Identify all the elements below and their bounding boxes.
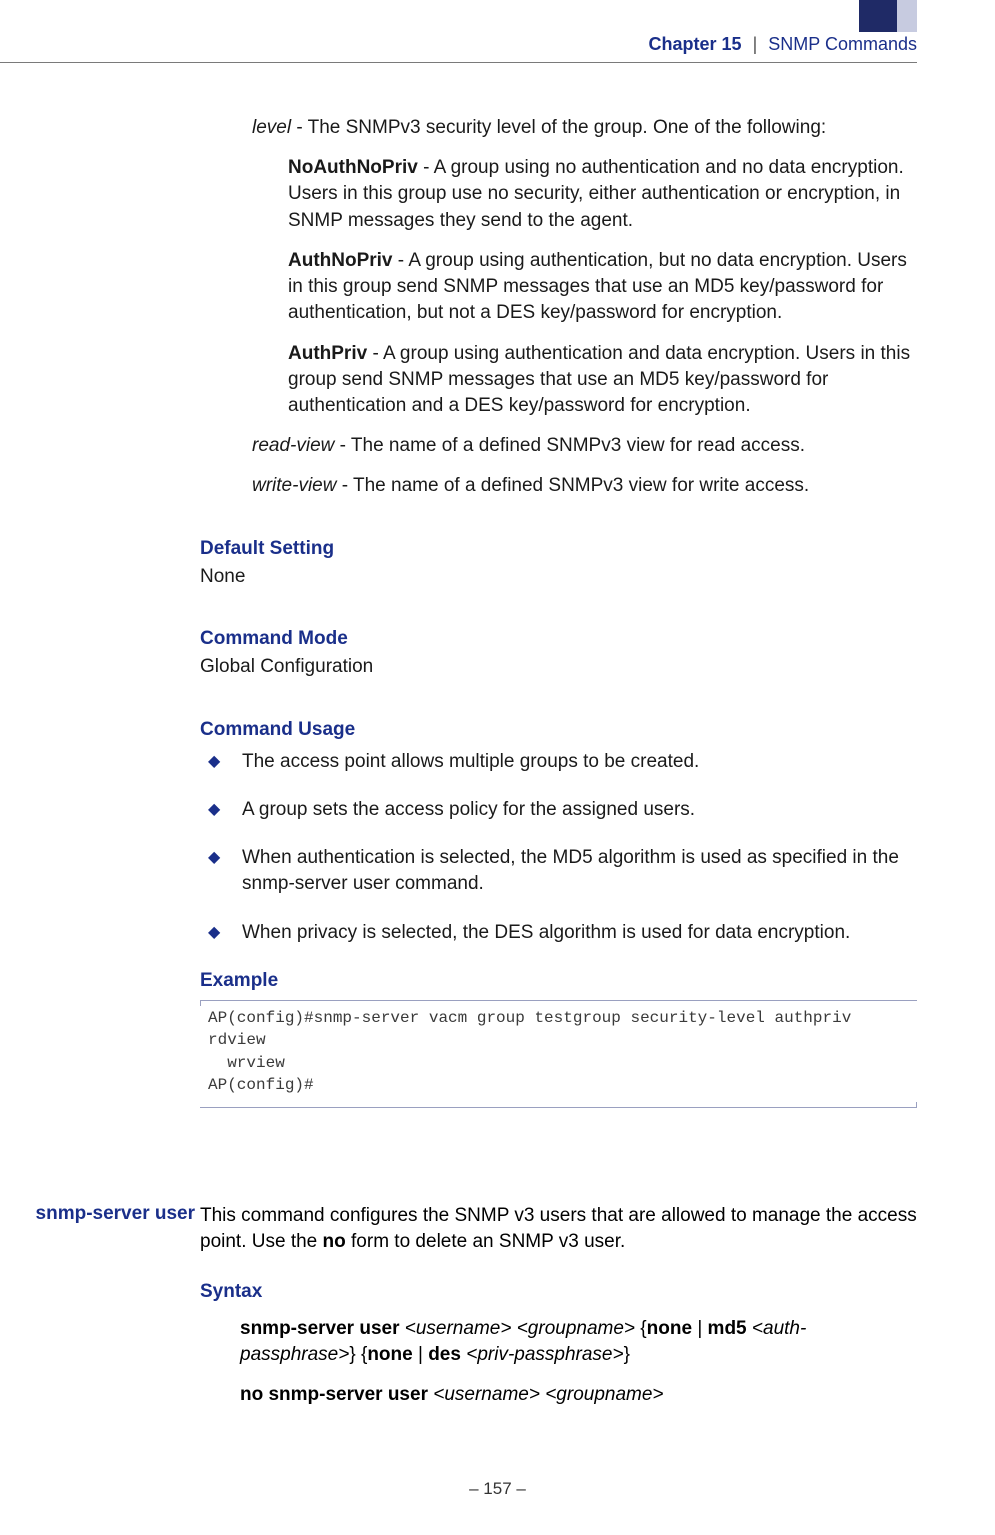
list-item: ◆When privacy is selected, the DES algor… [200, 920, 917, 946]
page-number: – 157 – [0, 1479, 995, 1499]
opt-authpriv: AuthPriv - A group using authentication … [288, 341, 917, 420]
opt-noauthnopriv: NoAuthNoPriv - A group using no authenti… [288, 155, 917, 234]
header-tab [859, 0, 917, 32]
param-readview: read-view - The name of a defined SNMPv3… [252, 433, 917, 459]
list-item: ◆The access point allows multiple groups… [200, 749, 917, 775]
param-level: level - The SNMPv3 security level of the… [252, 115, 917, 141]
header-separator: | [753, 34, 758, 54]
command-usage-heading: Command Usage [200, 717, 917, 743]
page-header: Chapter 15 | SNMP Commands [0, 34, 917, 55]
default-setting-heading: Default Setting [200, 536, 917, 562]
opt-authnopriv: AuthNoPriv - A group using authenticatio… [288, 248, 917, 327]
param-writeview: write-view - The name of a defined SNMPv… [252, 473, 917, 499]
diamond-icon: ◆ [208, 847, 220, 869]
syntax-line-2: no snmp-server user <username> <groupnam… [240, 1382, 917, 1408]
example-heading: Example [200, 968, 917, 994]
chapter-topic: SNMP Commands [768, 34, 917, 54]
command-mode-heading: Command Mode [200, 626, 917, 652]
diamond-icon: ◆ [208, 799, 220, 821]
example-code: AP(config)#snmp-server vacm group testgr… [200, 1000, 917, 1108]
chapter-label: Chapter 15 [649, 34, 742, 54]
default-setting-value: None [200, 564, 917, 590]
syntax-line-1: snmp-server user <username> <groupname> … [240, 1316, 917, 1368]
command-description: This command configures the SNMP v3 user… [200, 1203, 917, 1255]
command-mode-value: Global Configuration [200, 654, 917, 680]
command-name-sidebar: snmp-server user [20, 1203, 195, 1225]
list-item: ◆When authentication is selected, the MD… [200, 845, 917, 897]
usage-list: ◆The access point allows multiple groups… [200, 749, 917, 946]
header-rule [0, 62, 917, 63]
list-item: ◆A group sets the access policy for the … [200, 797, 917, 823]
syntax-heading: Syntax [200, 1279, 917, 1305]
diamond-icon: ◆ [208, 751, 220, 773]
diamond-icon: ◆ [208, 922, 220, 944]
